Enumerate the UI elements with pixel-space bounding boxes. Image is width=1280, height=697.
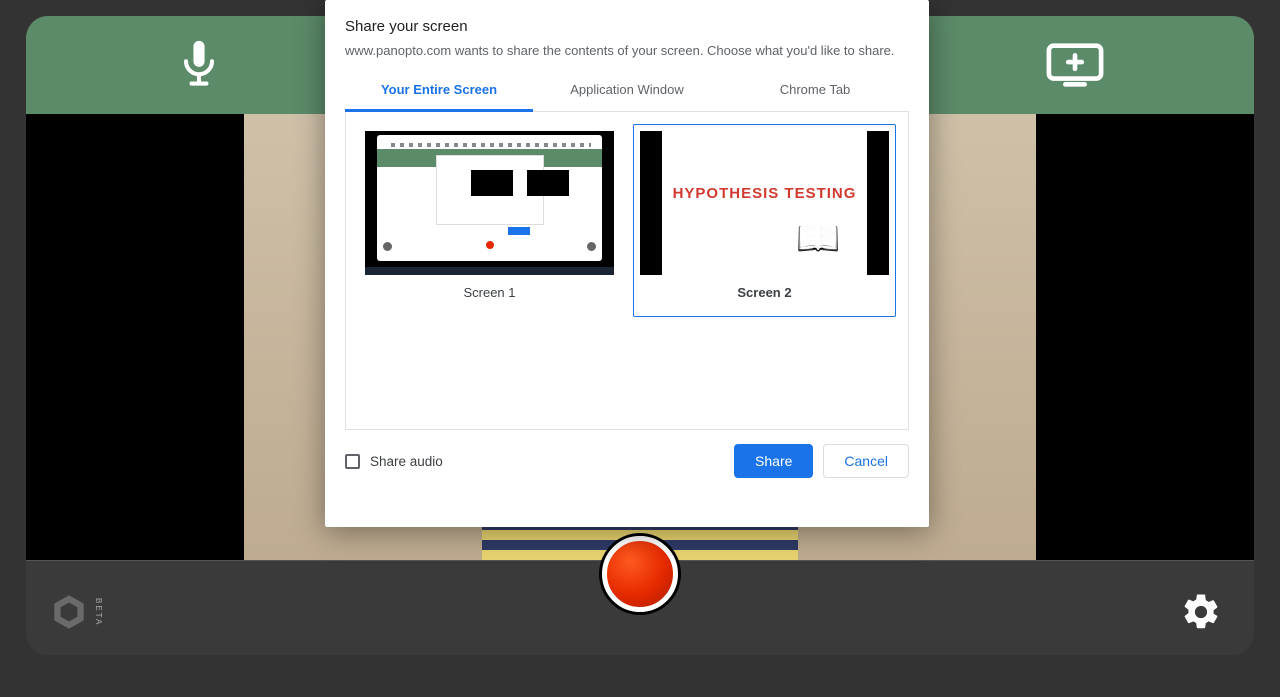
share-audio-option[interactable]: Share audio: [345, 454, 443, 469]
screen-1-thumbnail: [365, 131, 614, 275]
screen-1-label: Screen 1: [365, 285, 614, 300]
screen-choice-grid: Screen 1 HYPOTHESIS TESTING 📖 Screen 2: [345, 112, 909, 430]
settings-button[interactable]: [1180, 591, 1222, 633]
share-screen-dialog: Share your screen www.panopto.com wants …: [325, 0, 929, 527]
record-button[interactable]: [602, 536, 678, 612]
preview-letterbox-left: [26, 114, 244, 560]
add-screen-icon: [1046, 41, 1104, 89]
screen-2-label: Screen 2: [640, 285, 889, 300]
microphone-icon: [176, 39, 222, 91]
microphone-source-button[interactable]: [176, 39, 222, 91]
book-icon: 📖: [796, 217, 841, 259]
share-audio-label: Share audio: [370, 454, 443, 469]
panopto-logo: BETA: [48, 591, 103, 633]
screen-option-1[interactable]: Screen 1: [358, 124, 621, 307]
tab-application-window[interactable]: Application Window: [533, 72, 721, 111]
share-audio-checkbox[interactable]: [345, 454, 360, 469]
dialog-title: Share your screen: [345, 18, 909, 35]
tab-chrome-tab[interactable]: Chrome Tab: [721, 72, 909, 111]
preview-letterbox-right: [1036, 114, 1254, 560]
share-tabs: Your Entire Screen Application Window Ch…: [345, 72, 909, 112]
screen-option-2[interactable]: HYPOTHESIS TESTING 📖 Screen 2: [633, 124, 896, 317]
add-screen-source-button[interactable]: [1046, 41, 1104, 89]
logo-icon: [48, 591, 90, 633]
slide-title: HYPOTHESIS TESTING: [673, 185, 857, 202]
cancel-button[interactable]: Cancel: [823, 444, 909, 478]
tab-entire-screen[interactable]: Your Entire Screen: [345, 72, 533, 112]
dialog-description: www.panopto.com wants to share the conte…: [345, 43, 909, 58]
screen-2-thumbnail: HYPOTHESIS TESTING 📖: [640, 131, 889, 275]
share-button[interactable]: Share: [734, 444, 813, 478]
viewport: BETA Share your screen www.panopto.com w…: [0, 0, 1280, 697]
dialog-footer: Share audio Share Cancel: [345, 444, 909, 478]
beta-tag: BETA: [94, 598, 103, 626]
gear-icon: [1180, 591, 1222, 633]
